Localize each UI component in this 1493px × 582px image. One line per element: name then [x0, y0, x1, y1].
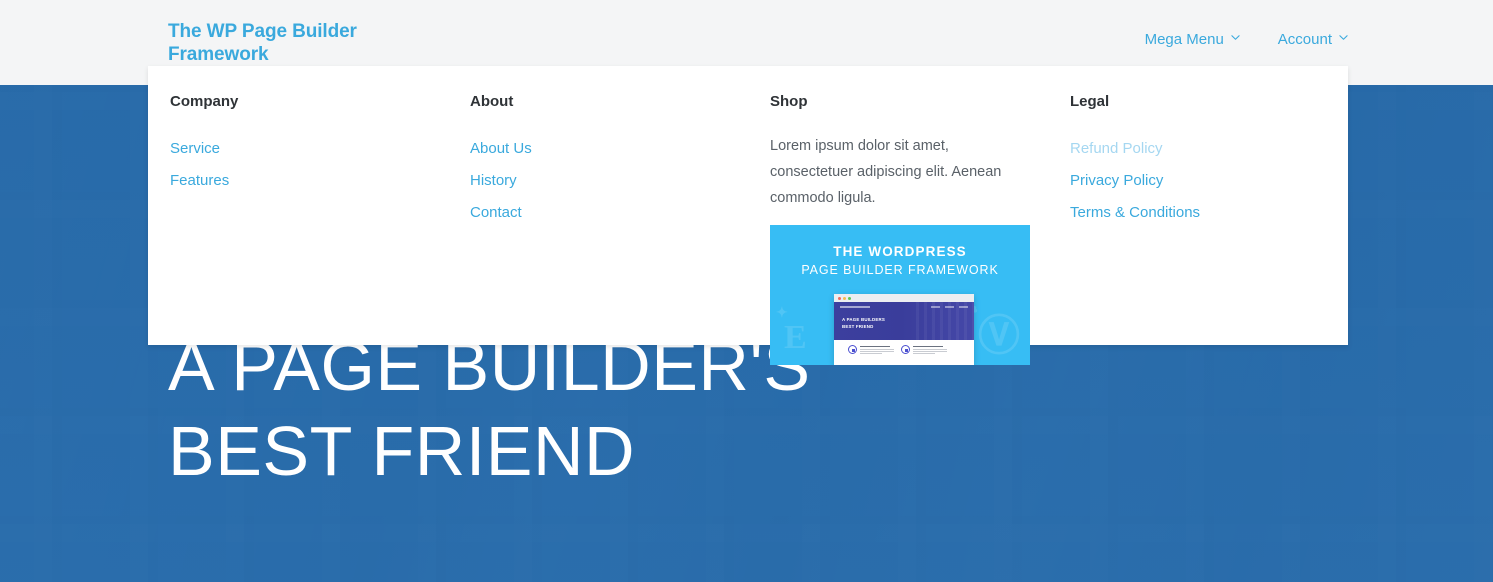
mega-menu-column-title: Legal	[1070, 93, 1110, 110]
mega-menu-column-company: Company Service Features	[148, 92, 448, 345]
browser-maximize-dot-icon	[848, 296, 851, 300]
mega-menu-link-history[interactable]: History	[470, 165, 726, 197]
mega-menu-link-service[interactable]: Service	[170, 133, 426, 165]
browser-minimize-dot-icon	[843, 296, 846, 300]
mockup-navbar	[840, 306, 968, 308]
site-logo-text[interactable]: The WP Page Builder Framework	[168, 20, 398, 66]
promo-headline-primary: THE WORDPRESS	[833, 244, 967, 259]
mega-menu-column-title: Shop	[770, 93, 808, 110]
mega-menu-shop-description: Lorem ipsum dolor sit amet, consectetuer…	[770, 138, 1002, 206]
nav-item-account-label: Account	[1277, 31, 1332, 48]
mockup-nav-link	[931, 306, 940, 308]
mega-menu-dropdown: Company Service Features About About Us …	[148, 66, 1348, 365]
browser-close-dot-icon	[838, 296, 841, 300]
mega-menu-link-contact[interactable]: Contact	[470, 197, 726, 229]
mega-menu-column-title: About	[470, 93, 514, 110]
mega-menu-link-about-us[interactable]: About Us	[470, 133, 726, 165]
mega-menu-column-about: About About Us History Contact	[448, 92, 748, 345]
promo-banner-image[interactable]: E Ⓥ ✦ ☁ THE WORDPRESS PAGE BUILDER FRAME…	[770, 225, 1030, 365]
hero-title: A PAGE BUILDER'S BEST FRIEND	[168, 327, 811, 490]
mockup-feature-text	[913, 345, 947, 365]
mockup-feature-icon	[901, 345, 910, 354]
mockup-nav-link	[945, 306, 954, 308]
nav-item-mega-menu-label: Mega Menu	[1144, 31, 1224, 48]
mockup-feature	[901, 345, 947, 365]
mega-menu-column-title: Company	[170, 93, 239, 110]
mockup-feature-icon	[848, 345, 857, 354]
nav-item-mega-menu[interactable]: Mega Menu	[1145, 31, 1240, 48]
hero-content: A PAGE BUILDER'S BEST FRIEND	[168, 324, 811, 494]
browser-title-bar	[834, 294, 974, 302]
mega-menu-link-refund-policy[interactable]: Refund Policy	[1070, 133, 1326, 165]
chevron-down-icon	[1339, 33, 1348, 42]
primary-navigation: Mega Menu Account	[1145, 31, 1348, 48]
mockup-nav-link	[959, 306, 968, 308]
mega-menu-link-terms-conditions[interactable]: Terms & Conditions	[1070, 197, 1326, 229]
mega-menu-link-features[interactable]: Features	[170, 165, 426, 197]
promo-headline-secondary: PAGE BUILDER FRAMEWORK	[801, 263, 999, 277]
mockup-features-row	[834, 340, 974, 365]
mega-menu-link-privacy-policy[interactable]: Privacy Policy	[1070, 165, 1326, 197]
mockup-feature-text	[860, 345, 894, 365]
mockup-hero: A PAGE BUILDERS BEST FRIEND	[834, 302, 974, 340]
promo-browser-mockup: A PAGE BUILDERS BEST FRIEND	[834, 294, 974, 365]
page-root: A PAGE BUILDER'S BEST FRIEND The WP Page…	[0, 0, 1493, 582]
chevron-down-icon	[1231, 33, 1240, 42]
mockup-feature	[848, 345, 894, 365]
mockup-hero-heading: A PAGE BUILDERS BEST FRIEND	[842, 317, 886, 329]
mega-menu-column-legal: Legal Refund Policy Privacy Policy Terms…	[1048, 92, 1348, 345]
sparkle-icon: ✦	[776, 304, 788, 320]
mockup-nav-links	[931, 306, 968, 308]
nav-item-account[interactable]: Account	[1278, 31, 1348, 48]
wordpress-watermark-icon: Ⓥ	[977, 312, 1020, 359]
mockup-logo	[840, 306, 870, 308]
elementor-watermark-icon: E	[784, 319, 807, 356]
mega-menu-column-shop: Shop Lorem ipsum dolor sit amet, consect…	[748, 92, 1048, 365]
